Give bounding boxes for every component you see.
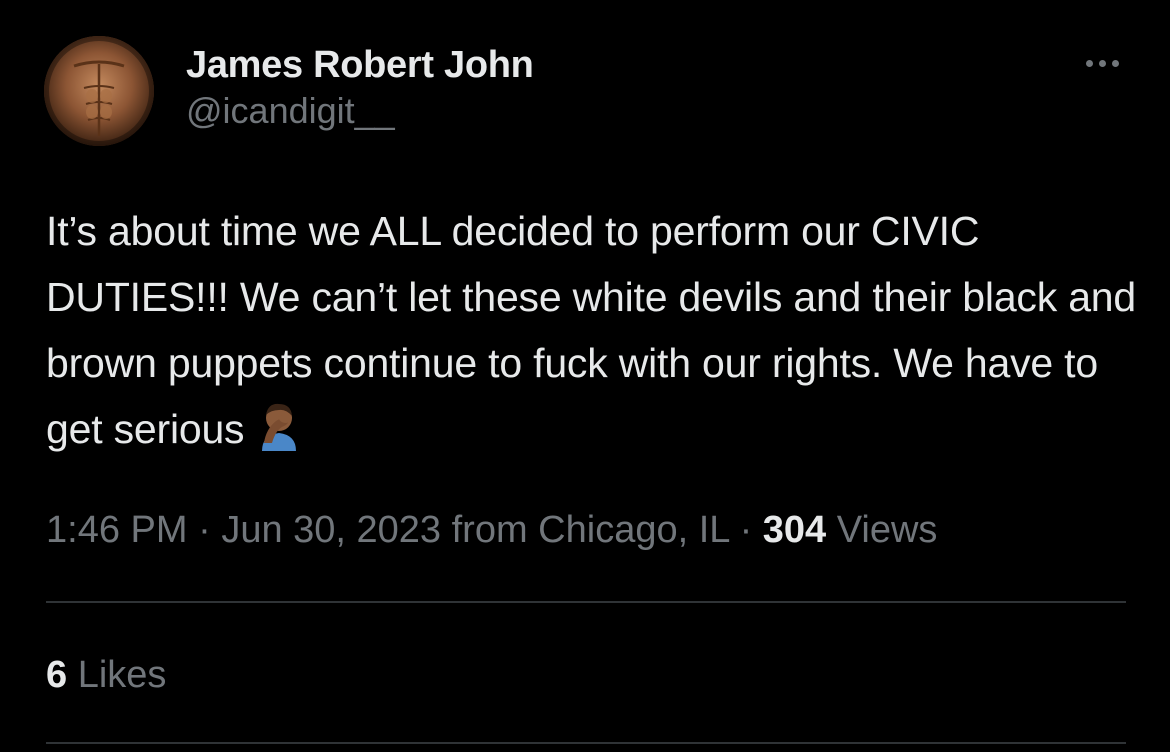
divider	[46, 601, 1126, 603]
likes-link[interactable]: 6 Likes	[46, 650, 166, 700]
views-label: Views	[836, 509, 938, 551]
more-options-button[interactable]	[1074, 48, 1130, 78]
meta-separator: ·	[739, 509, 753, 551]
likes-count: 6	[46, 654, 68, 696]
avatar-image	[44, 36, 154, 146]
tweet-text: It’s about time we ALL decided to perfor…	[46, 198, 1136, 462]
author-avatar[interactable]	[44, 36, 154, 146]
tweet-detail: James Robert John @icandigit__ It’s abou…	[0, 0, 1170, 752]
man-facepalming-emoji	[262, 403, 297, 451]
author-info: James Robert John @icandigit__	[186, 42, 534, 134]
tweet-time[interactable]: 1:46 PM	[46, 509, 188, 551]
more-horizontal-icon	[1085, 59, 1119, 67]
author-handle[interactable]: @icandigit__	[186, 88, 534, 134]
divider	[46, 742, 1126, 744]
tweet-body: It’s about time we ALL decided to perfor…	[46, 208, 1137, 452]
views-count: 304	[762, 509, 827, 551]
meta-separator: ·	[198, 509, 211, 551]
tweet-location: from Chicago, IL	[451, 509, 729, 551]
likes-label: Likes	[77, 654, 167, 696]
author-display-name[interactable]: James Robert John	[186, 42, 534, 88]
tweet-date[interactable]: Jun 30, 2023	[221, 509, 441, 551]
tweet-meta: 1:46 PM · Jun 30, 2023 from Chicago, IL …	[46, 504, 937, 556]
